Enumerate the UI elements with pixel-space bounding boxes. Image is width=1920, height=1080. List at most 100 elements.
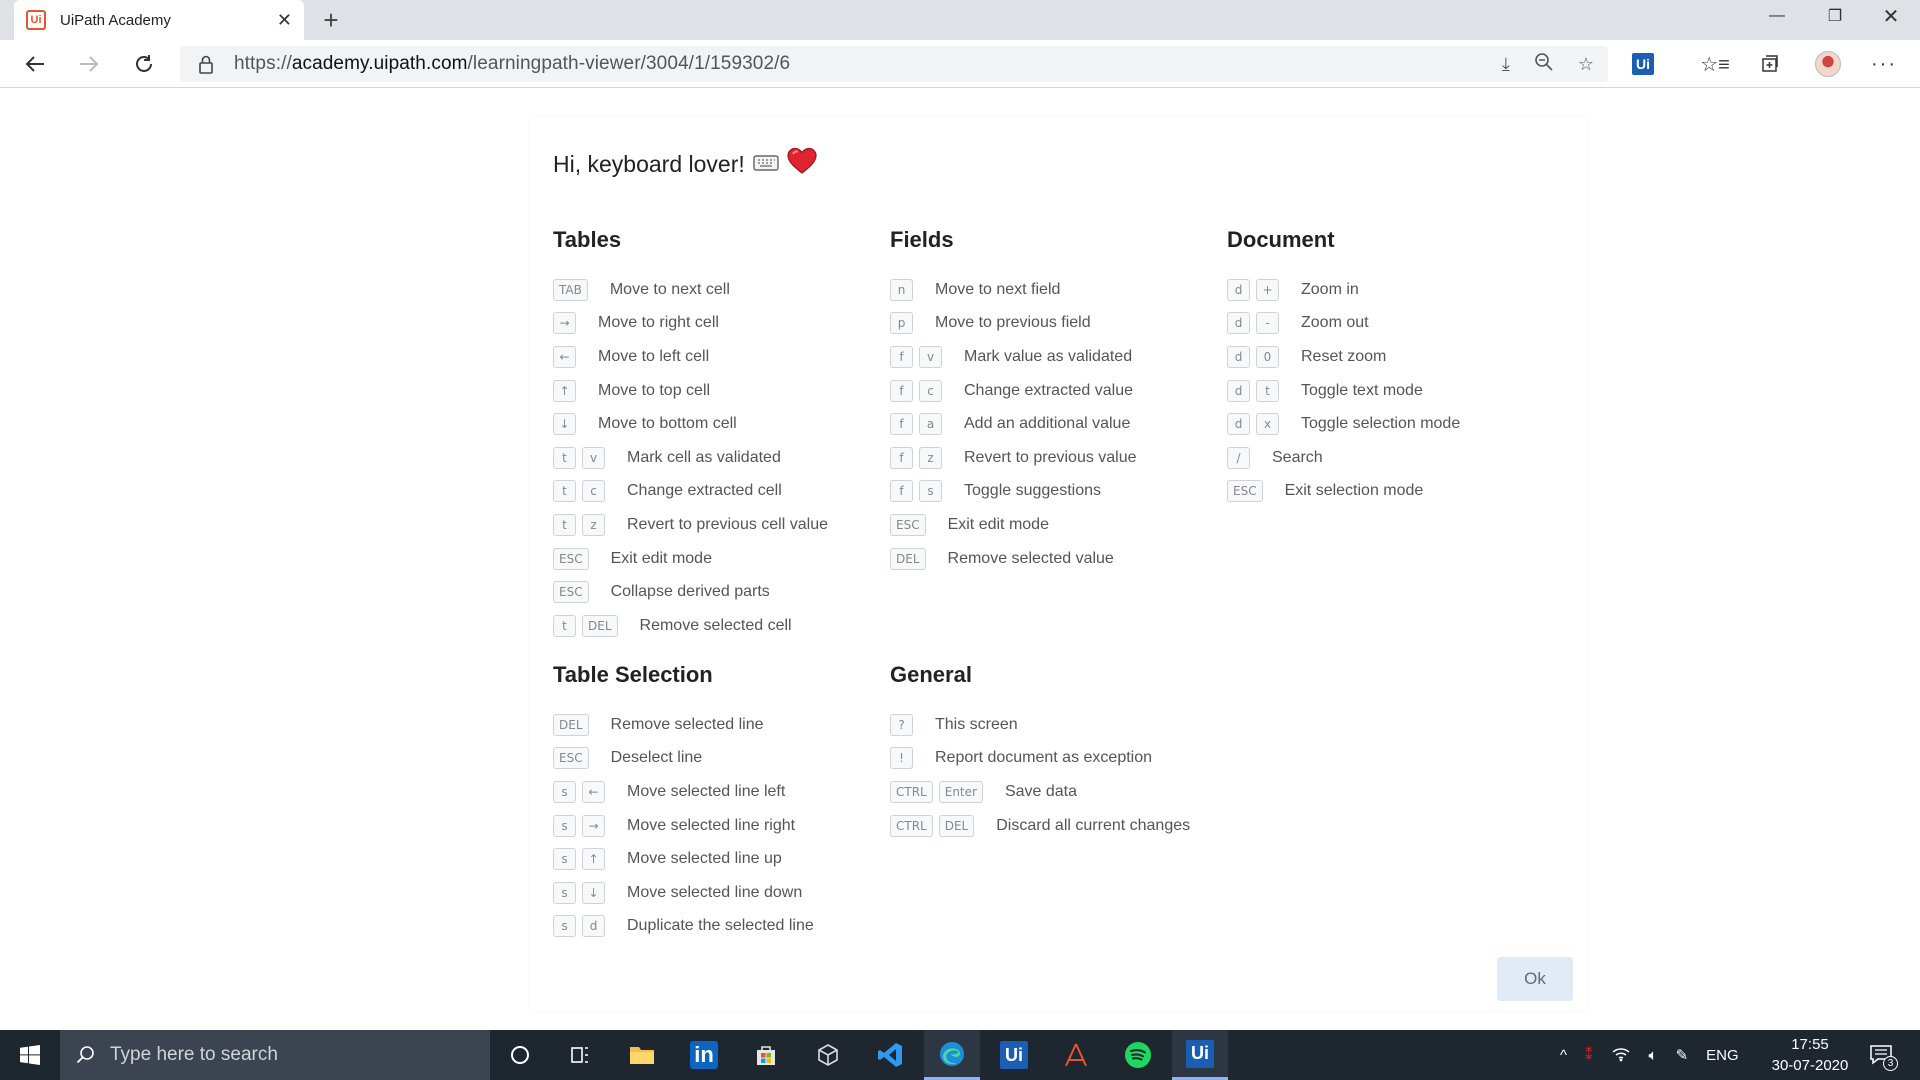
cortana-button[interactable] [492, 1030, 548, 1080]
key-cap: d [1227, 345, 1250, 368]
back-button[interactable] [18, 48, 52, 80]
key-cap: f [890, 379, 913, 402]
store-button[interactable] [738, 1030, 794, 1080]
spotify-button[interactable] [1110, 1030, 1166, 1080]
download-icon[interactable]: ⤓ [1502, 54, 1510, 75]
section-tables: Tables TAB Move to next cell → Move to right… [553, 227, 828, 643]
cube-icon [818, 1044, 838, 1066]
back-arrow-icon [25, 56, 44, 72]
shortcut-row: ↑ Move to top cell [553, 374, 828, 408]
shortcut-description: Exit edit mode [947, 515, 1049, 533]
key-cap: TAB [553, 278, 588, 301]
pen-icon[interactable]: ✎ [1676, 1046, 1689, 1064]
app-tray-icon[interactable]: ⁑ [1585, 1046, 1593, 1064]
shortcut-row: t DEL Remove selected cell [553, 609, 828, 643]
shortcut-description: Move to right cell [598, 314, 719, 332]
uipath-extension-button[interactable]: Ui [1626, 48, 1660, 80]
maximize-button[interactable]: ❐ [1806, 0, 1864, 32]
shortcut-row: ← Move to left cell [553, 340, 828, 374]
chevron-up-icon[interactable]: ^ [1560, 1047, 1567, 1064]
acrobat-button[interactable] [1048, 1030, 1104, 1080]
key-cap: s [553, 848, 576, 871]
shortcut-description: Zoom in [1301, 280, 1359, 298]
url-bar[interactable]: https://academy.uipath.com/learningpath-… [180, 46, 1608, 82]
notification-center-button[interactable]: 3 [1866, 1042, 1898, 1071]
tab-bar: Ui UiPath Academy ✕ + — ❐ ✕ [0, 0, 1920, 40]
key-cap: ↑ [553, 379, 576, 402]
shortcut-description: Collapse derived parts [610, 583, 770, 601]
key-cap: v [919, 345, 942, 368]
shortcut-row: ESC Exit edit mode [890, 508, 1137, 542]
key-cap: DEL [582, 614, 618, 637]
shortcut-row: d - Zoom out [1227, 307, 1460, 341]
settings-more-button[interactable]: ··· [1867, 48, 1901, 80]
keyboard-shortcuts-dialog: Hi, keyboard lover! Tables TAB Move to nex… [530, 117, 1586, 1010]
ok-button[interactable]: Ok [1497, 957, 1573, 1001]
key-cap: f [890, 345, 913, 368]
shortcut-description: Move selected line left [627, 782, 786, 800]
favorites-button[interactable]: ☆≡ [1698, 48, 1732, 80]
section-fields: Fields n Move to next field p Move to previo… [890, 227, 1137, 575]
3d-app-button[interactable] [800, 1030, 856, 1080]
key-cap: c [582, 480, 605, 503]
shortcut-row: / Search [1227, 441, 1460, 475]
key-cap: d [1227, 278, 1250, 301]
shortcut-description: Deselect line [610, 749, 703, 767]
microsoft-store-icon [757, 1046, 775, 1065]
volume-icon[interactable]: 🔈︎ [1649, 1047, 1658, 1064]
shortcut-row: d 0 Reset zoom [1227, 340, 1460, 374]
new-tab-button[interactable]: + [316, 5, 346, 35]
language-indicator[interactable]: ENG [1706, 1047, 1739, 1064]
shortcut-row: f v Mark value as validated [890, 340, 1137, 374]
shortcut-row: ESC Exit edit mode [553, 542, 828, 576]
browser-tab[interactable]: Ui UiPath Academy ✕ [14, 0, 304, 40]
favorites-list-icon: ☆≡ [1700, 53, 1730, 76]
forward-button[interactable] [72, 48, 106, 80]
section-title: Fields [890, 227, 954, 252]
key-cap: s [553, 814, 576, 837]
key-cap: s [919, 480, 942, 503]
key-cap: ↓ [553, 413, 576, 436]
refresh-button[interactable] [127, 48, 161, 80]
key-cap: d [582, 915, 605, 938]
vscode-button[interactable] [862, 1030, 918, 1080]
key-cap: t [553, 614, 576, 637]
zoom-icon[interactable] [1534, 52, 1554, 77]
shortcut-description: Revert to previous value [964, 448, 1137, 466]
key-cap: t [1256, 379, 1279, 402]
uipath-assistant-button[interactable]: Ui [1172, 1030, 1228, 1080]
window-close-button[interactable]: ✕ [1862, 0, 1920, 32]
uipath-studio-button[interactable]: Ui [986, 1030, 1042, 1080]
collections-button[interactable] [1753, 48, 1787, 80]
file-explorer-button[interactable] [614, 1030, 670, 1080]
shortcut-description: Move to next field [935, 280, 1061, 298]
key-cap: ! [890, 747, 913, 770]
edge-browser-button[interactable] [924, 1030, 980, 1080]
cortana-icon [511, 1046, 529, 1064]
shortcut-row: f c Change extracted value [890, 374, 1137, 408]
start-button[interactable] [0, 1030, 60, 1080]
key-cap: c [919, 379, 942, 402]
favorite-star-icon[interactable]: ☆ [1578, 54, 1594, 75]
tab-close-icon[interactable]: ✕ [277, 10, 292, 31]
linkedin-app-button[interactable]: in [676, 1030, 732, 1080]
key-cap: DEL [938, 814, 975, 837]
minimize-button[interactable]: — [1748, 0, 1806, 32]
profile-button[interactable] [1811, 48, 1845, 80]
vscode-icon [878, 1043, 902, 1067]
section-title: General [890, 662, 972, 687]
key-cap: → [582, 814, 605, 837]
shortcut-description: Toggle selection mode [1301, 415, 1461, 433]
system-tray: ^ ⁑ 🔈︎ ✎ ENG [1560, 1030, 1739, 1080]
taskbar: Type here to search in Ui Ui ^ ⁑ 🔈︎ ✎ EN… [0, 1030, 1920, 1080]
linkedin-icon: in [690, 1041, 718, 1069]
key-cap: s [553, 780, 576, 803]
section-general: General? This screen! Report document as e… [890, 662, 1190, 842]
wifi-icon[interactable] [1611, 1044, 1631, 1066]
key-cap: ? [890, 713, 913, 736]
task-view-button[interactable] [552, 1030, 608, 1080]
taskbar-search[interactable]: Type here to search [60, 1030, 490, 1080]
clock[interactable]: 17:55 30-07-2020 [1765, 1034, 1855, 1076]
tab-title: UiPath Academy [60, 11, 171, 29]
key-cap: ↑ [582, 848, 605, 871]
